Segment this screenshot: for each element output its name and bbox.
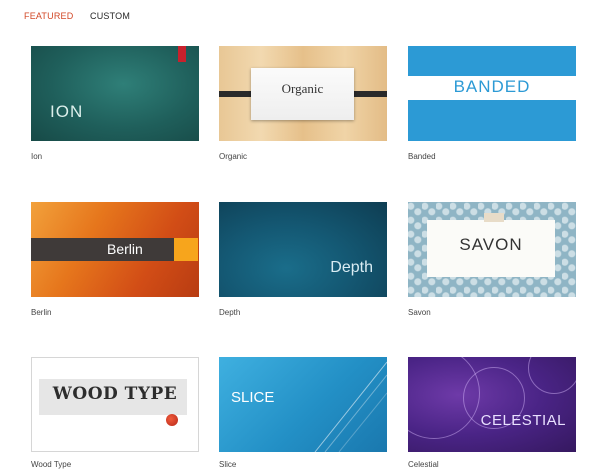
savon-tab xyxy=(484,213,504,222)
theme-tile-berlin[interactable]: Berlin Berlin xyxy=(31,202,199,320)
theme-tile-wood-type[interactable]: WOOD TYPE Wood Type xyxy=(31,357,199,471)
theme-tile-organic[interactable]: Organic Organic xyxy=(219,46,387,164)
theme-name-berlin: Berlin xyxy=(31,308,52,317)
theme-thumbnail-slice: SLICE xyxy=(219,357,387,452)
theme-name-banded: Banded xyxy=(408,152,436,161)
theme-thumbnail-savon: SAVON xyxy=(408,202,576,297)
organic-card: Organic xyxy=(251,68,354,120)
theme-name-savon: Savon xyxy=(408,308,431,317)
theme-thumbnail-celestial: CELESTIAL xyxy=(408,357,576,452)
ion-thumbnail-title: ION xyxy=(50,102,84,121)
ion-accent-mark xyxy=(178,46,186,62)
theme-tile-ion[interactable]: ION Ion xyxy=(31,46,199,164)
theme-tile-depth[interactable]: Depth Depth xyxy=(219,202,387,320)
berlin-thumbnail-title: Berlin xyxy=(107,241,143,257)
theme-name-slice: Slice xyxy=(219,460,237,469)
celestial-thumbnail-title: CELESTIAL xyxy=(480,412,566,429)
theme-thumbnail-wood-type: WOOD TYPE xyxy=(31,357,199,452)
wood-type-thumbnail-title: WOOD TYPE xyxy=(52,384,178,404)
banded-thumbnail-title: BANDED xyxy=(453,77,531,96)
savon-card: SAVON xyxy=(427,220,555,277)
slice-thumbnail-title: SLICE xyxy=(231,389,275,406)
theme-tile-savon[interactable]: SAVON Savon xyxy=(408,202,576,320)
theme-name-celestial: Celestial xyxy=(408,460,439,469)
theme-thumbnail-ion: ION xyxy=(31,46,199,141)
theme-thumbnail-banded: BANDED xyxy=(408,46,576,141)
theme-thumbnail-organic: Organic xyxy=(219,46,387,141)
theme-name-wood-type: Wood Type xyxy=(31,460,72,469)
theme-tile-slice[interactable]: SLICE Slice xyxy=(219,357,387,471)
theme-thumbnail-depth: Depth xyxy=(219,202,387,297)
berlin-accent-block xyxy=(174,238,198,261)
depth-thumbnail-title: Depth xyxy=(330,259,373,276)
theme-tile-celestial[interactable]: CELESTIAL Celestial xyxy=(408,357,576,471)
theme-thumbnail-berlin: Berlin xyxy=(31,202,199,297)
tab-featured[interactable]: FEATURED xyxy=(24,11,73,21)
tab-custom[interactable]: CUSTOM xyxy=(90,11,130,21)
organic-thumbnail-title: Organic xyxy=(281,81,324,96)
theme-tile-banded[interactable]: BANDED Banded xyxy=(408,46,576,164)
theme-name-organic: Organic xyxy=(219,152,248,161)
celestial-ring xyxy=(528,357,576,394)
theme-name-depth: Depth xyxy=(219,308,241,317)
berlin-title-bar xyxy=(31,238,174,261)
wood-type-dot xyxy=(166,414,178,426)
theme-name-ion: Ion xyxy=(31,152,43,161)
savon-thumbnail-title: SAVON xyxy=(459,235,523,254)
